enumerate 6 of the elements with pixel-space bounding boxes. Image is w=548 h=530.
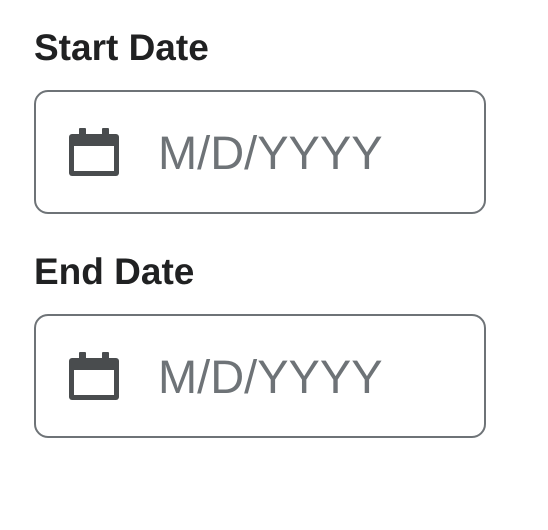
calendar-icon bbox=[69, 352, 119, 400]
calendar-icon bbox=[69, 128, 119, 176]
field-label: End Date bbox=[34, 250, 196, 294]
date-field[interactable]: M/D/YYYY bbox=[34, 90, 486, 214]
date-field[interactable]: M/D/YYYY bbox=[34, 314, 486, 438]
field-label: Start Date bbox=[34, 26, 210, 70]
